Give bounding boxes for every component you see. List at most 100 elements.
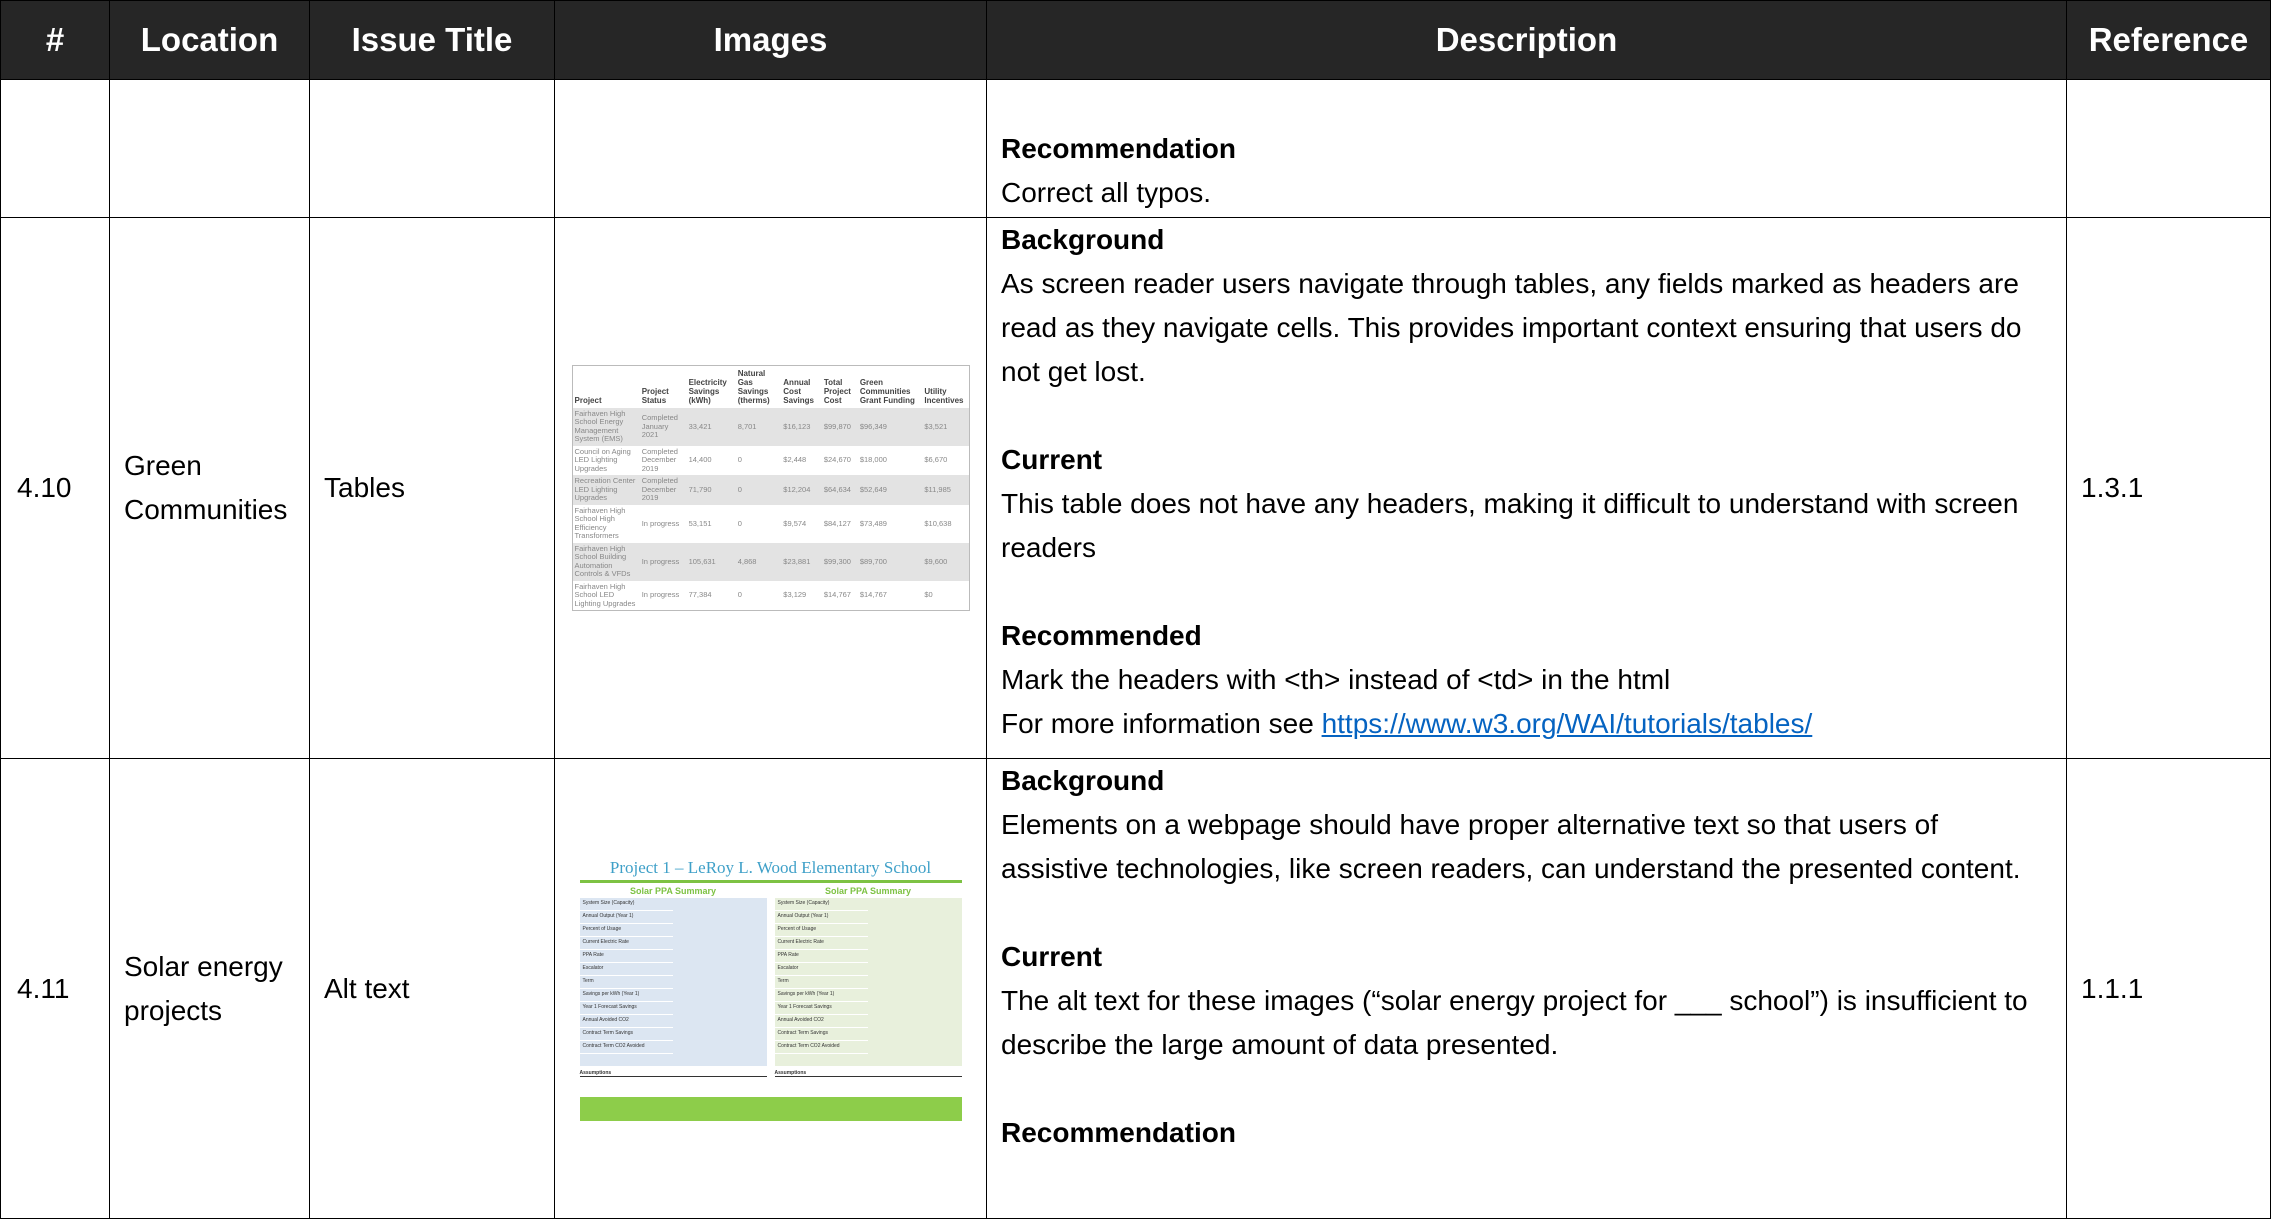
thumb-cell: Fairhaven High School Building Automatio… [572,542,640,581]
thumb-cell: $99,300 [821,542,858,581]
solar-row-label: Annual Avoided CO2 [579,1015,673,1028]
thumb-col-header: Project [574,395,602,405]
solar-left-assumptions: Assumptions [579,1070,767,1077]
thumb-cell: $6,670 [924,455,948,465]
table-row: 4.10 Green Communities Tables Project Pro… [0,217,2271,759]
solar-row-label: Term [774,976,868,989]
thumb-cell: $89,700 [857,542,923,581]
row-reference: 1.1.1 [2066,758,2271,1219]
thumb-cell: 71,790 [686,475,736,505]
row-images [554,79,987,218]
thumb-cell: Fairhaven High School High Efficiency Tr… [574,505,626,541]
green-footer-bar [579,1097,962,1121]
solar-row-label: Annual Output (Year 1) [774,911,868,924]
thumb-cell: $9,600 [922,542,969,581]
thumb-cell: $3,129 [783,590,807,600]
solar-thumbnail-title: Project 1 – LeRoy L. Wood Elementary Sch… [609,858,932,877]
more-info-line: For more information see https://www.w3.… [1001,702,2052,746]
thumb-col-header: Annual Cost Savings [783,377,814,405]
solar-row-label: Contract Term CO2 Avoided [774,1041,868,1054]
solar-row-label: Percent of Usage [774,924,868,937]
solar-row-label: Savings per kWh (Year 1) [774,989,868,1002]
thumb-cell: 14,400 [688,455,712,465]
solar-row-label: Current Electric Rate [579,937,673,950]
row-images: Project 1 – LeRoy L. Wood Elementary Sch… [554,758,987,1219]
thumb-cell: $52,649 [857,475,923,505]
thumb-cell: Council on Aging LED Lighting Upgrades [574,446,631,473]
solar-row-label: Savings per kWh (Year 1) [579,989,673,1002]
current-text: The alt text for these images (“solar en… [1001,985,2028,1060]
thumb-row: Fairhaven High School High Efficiency Tr… [572,505,969,543]
solar-right-assumptions: Assumptions [774,1070,962,1077]
thumb-cell: Fairhaven High School LED Lighting Upgra… [574,581,636,608]
row-issue-title [309,79,555,218]
solar-row-label: Escalator [579,963,673,976]
thumb-cell: 0 [737,455,742,465]
solar-row-label: Current Electric Rate [774,937,868,950]
row-number [0,79,110,218]
thumb-cell: Fairhaven High School Energy Management … [572,407,640,446]
row-issue-title: Tables [309,217,555,759]
thumb-cell: 53,151 [688,518,712,528]
header-issue-title: Issue Title [309,0,555,80]
current-label: Current [1001,444,1103,475]
thumb-cell: Completed January 2021 [639,407,687,446]
recommendation-text: Correct all typos. [1001,177,1212,208]
table-row: 4.11 Solar energy projects Alt text Proj… [0,758,2271,1219]
thumb-col-header: Natural Gas Savings (therms) [737,368,770,405]
header-location: Location [109,0,310,80]
thumb-cell: 33,421 [686,407,736,446]
solar-row-label: PPA Rate [774,950,868,963]
thumb-cell: $10,638 [924,518,952,528]
thumb-cell: In progress [639,542,687,581]
background-text: Elements on a webpage should have proper… [1001,809,2021,884]
recommendation-label: Recommendation [1001,133,1236,164]
thumb-cell: $11,985 [922,475,969,505]
thumb-row: Fairhaven High School Building Automatio… [572,542,969,581]
issues-table: # Location Issue Title Images Descriptio… [0,0,2271,1219]
solar-left-heading: Solar PPA Summary [629,886,717,896]
thumb-cell: $84,127 [823,518,851,528]
thumb-cell: 0 [735,475,782,505]
w3c-tables-link[interactable]: https://www.w3.org/WAI/tutorials/tables/ [1322,708,1813,739]
solar-row-label: Contract Term CO2 Avoided [579,1041,673,1054]
solar-row-label: Escalator [774,963,868,976]
table-row: Recommendation Correct all typos. [0,79,2271,218]
thumb-cell: $16,123 [781,407,822,446]
thumb-row: Fairhaven High School Energy Management … [572,407,969,446]
row-number: 4.10 [0,217,110,759]
thumb-col-header: Green Communities Grant Funding [859,377,915,405]
thumb-cell: $0 [924,590,933,600]
row-description: Background Elements on a webpage should … [986,758,2067,1219]
recommendation-label: Recommendation [1001,1117,1236,1148]
recommended-text: Mark the headers with <th> instead of <t… [1001,664,1671,695]
thumb-cell: In progress [641,590,680,600]
thumb-cell: 4,868 [735,542,782,581]
thumb-cell: Recreation Center LED Lighting Upgrades [572,475,640,505]
solar-row-label: Annual Avoided CO2 [774,1015,868,1028]
thumb-cell: $3,521 [922,407,969,446]
header-number: # [0,0,110,80]
solar-row-label: System Size (Capacity) [579,898,673,911]
solar-summary-thumbnail: Project 1 – LeRoy L. Wood Elementary Sch… [571,856,970,1121]
solar-right-heading: Solar PPA Summary [824,886,912,896]
thumb-cell: 77,384 [688,590,712,600]
row-description: Recommendation Correct all typos. [986,79,2067,218]
thumb-row: Fairhaven High School LED Lighting Upgra… [572,581,969,611]
row-reference: 1.3.1 [2066,217,2271,759]
thumb-cell: $99,870 [821,407,858,446]
solar-row-label: PPA Rate [579,950,673,963]
header-reference: Reference [2066,0,2271,80]
thumb-row: Council on Aging LED Lighting Upgrades Co… [572,446,969,476]
thumb-cell: $14,767 [859,590,887,600]
thumb-cell: 0 [737,590,742,600]
row-location: Solar energy projects [109,758,310,1219]
background-label: Background [1001,224,1165,255]
thumb-cell: $2,448 [783,455,807,465]
solar-row-label: Contract Term Savings [579,1028,673,1041]
recommended-label: Recommended [1001,620,1202,651]
row-reference [2066,79,2271,218]
solar-row-label: Year 1 Forecast Savings [579,1002,673,1015]
thumb-cell: Completed December 2019 [639,475,687,505]
thumb-cell: $24,670 [823,455,851,465]
